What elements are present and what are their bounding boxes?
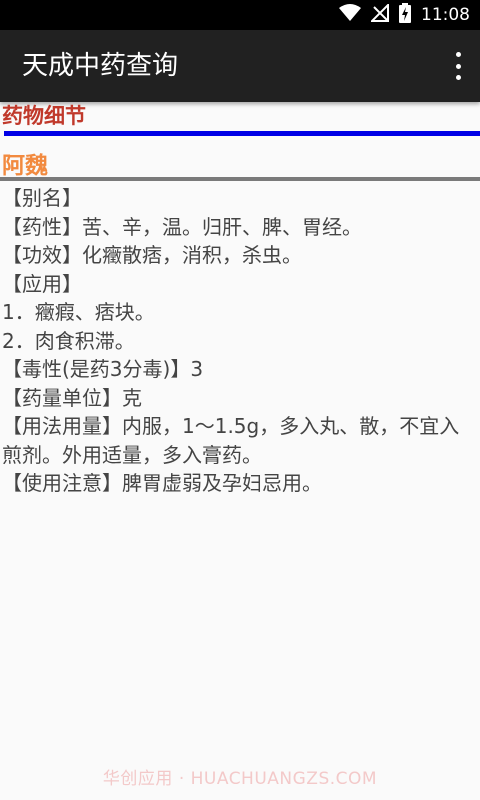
detail-usage: 【用法用量】内服，1～1.5g，多入丸、散，不宜入煎剂。外用适量，多入膏药。 xyxy=(2,414,460,467)
detail-application-item: 2．肉食积滞。 xyxy=(2,328,135,353)
app-title: 天成中药查询 xyxy=(22,51,179,81)
status-bar: 11:08 xyxy=(0,0,480,30)
detail-toxicity: 【毒性(是药3分毒)】3 xyxy=(2,357,204,381)
menu-dot xyxy=(455,75,461,80)
herb-details: 【别名】 【药性】苦、辛，温。归肝、脾、胃经。 【功效】化癥散痞，消积，杀虫。 … xyxy=(2,184,476,498)
detail-dose-unit: 【药量单位】克 xyxy=(2,385,142,410)
overflow-menu-icon[interactable] xyxy=(452,52,464,80)
detail-cautions: 【使用注意】脾胃虚弱及孕妇忌用。 xyxy=(2,471,322,495)
status-icons: 11:08 xyxy=(339,0,470,30)
detail-alias: 【别名】 xyxy=(2,186,82,210)
no-signal-icon xyxy=(369,2,389,26)
app-bar: 天成中药查询 xyxy=(0,30,480,102)
menu-dot xyxy=(455,63,461,69)
detail-application: 【应用】 xyxy=(2,271,82,296)
status-time: 11:08 xyxy=(421,5,470,25)
battery-charging-icon xyxy=(399,3,411,27)
wifi-icon xyxy=(339,4,361,26)
herb-name: 阿魏 xyxy=(2,153,48,179)
detail-property: 【药性】苦、辛，温。归肝、脾、胃经。 xyxy=(2,214,362,239)
detail-application-item: 1．癥瘕、痞块。 xyxy=(2,300,155,324)
menu-dot xyxy=(455,52,461,57)
gray-divider xyxy=(0,177,480,181)
section-title: 药物细节 xyxy=(2,104,86,128)
blue-divider xyxy=(4,131,480,136)
watermark: 华创应用 · HUACHUANGZS.COM xyxy=(102,769,378,789)
detail-effect: 【功效】化癥散痞，消积，杀虫。 xyxy=(2,243,302,267)
